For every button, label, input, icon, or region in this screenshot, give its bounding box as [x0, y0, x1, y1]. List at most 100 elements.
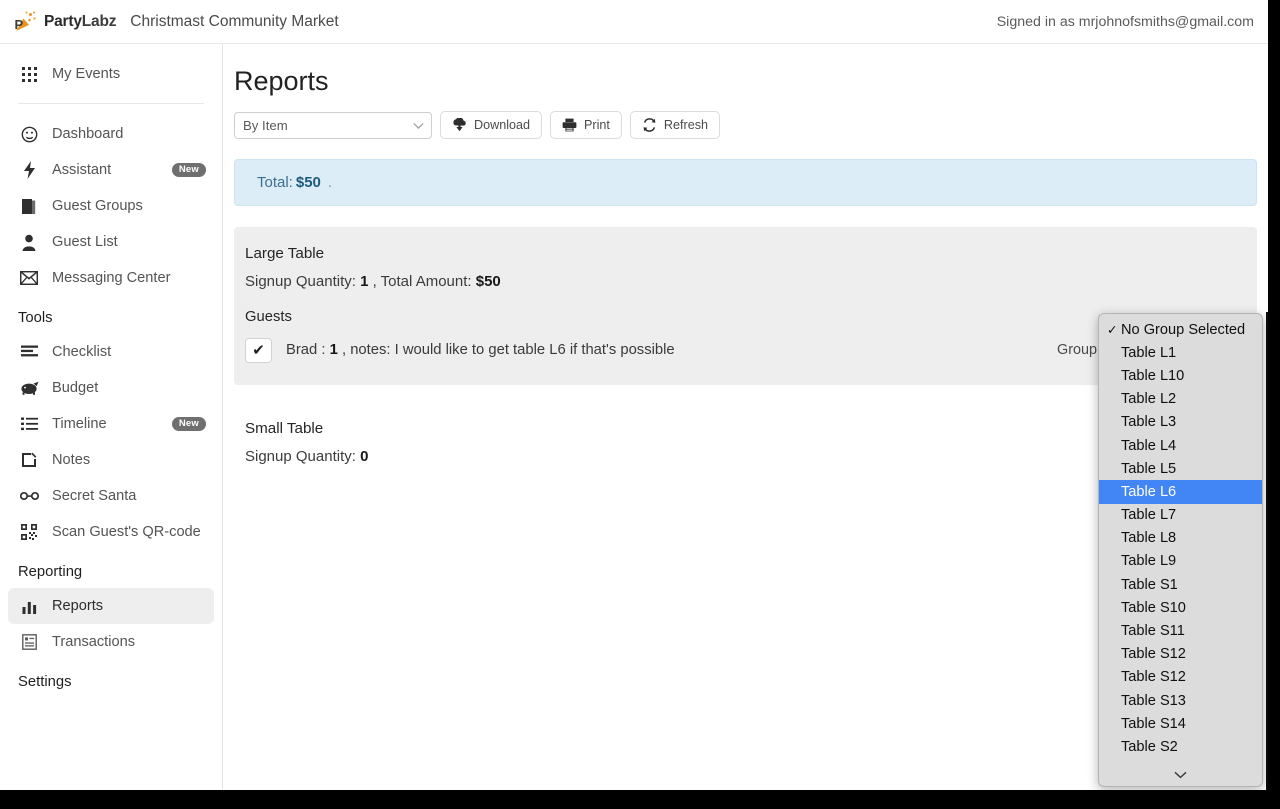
- download-button[interactable]: Download: [440, 111, 543, 139]
- dropdown-option[interactable]: Table L10: [1099, 364, 1262, 387]
- dropdown-option[interactable]: Table S11: [1099, 619, 1262, 642]
- svg-text:P: P: [15, 17, 24, 32]
- group-label: Group:: [1057, 342, 1101, 358]
- dashboard-gauge-icon: [18, 124, 40, 144]
- brand-name: PartyLabz: [44, 12, 117, 30]
- group-select-dropdown[interactable]: ✓ No Group Selected Table L1 Table L10 Table…: [1098, 313, 1263, 787]
- dropdown-option[interactable]: Table L1: [1099, 341, 1262, 364]
- dropdown-scroll-down-button[interactable]: [1099, 765, 1262, 785]
- sidebar-item-label: Transactions: [52, 634, 136, 650]
- report-type-select[interactable]: By Item: [234, 111, 432, 139]
- sidebar-item-secret-santa[interactable]: Secret Santa: [8, 478, 214, 514]
- sidebar-item-scan-qr-code[interactable]: Scan Guest's QR-code: [8, 514, 214, 550]
- print-button[interactable]: Print: [550, 111, 622, 139]
- dropdown-option[interactable]: Table L8: [1099, 527, 1262, 550]
- guest-row: ✔ Brad : 1 , notes: I would like to get …: [245, 335, 1237, 365]
- guest-checkbox[interactable]: ✔: [245, 337, 272, 363]
- brand-logo[interactable]: P PartyLabz: [13, 9, 116, 35]
- dropdown-option-label: No Group Selected: [1121, 321, 1246, 338]
- app-header: P PartyLabz Christmast Community Market …: [0, 0, 1268, 44]
- sidebar-item-label: Messaging Center: [52, 270, 171, 286]
- sidebar-section-settings[interactable]: Settings: [0, 674, 222, 690]
- sidebar-item-label: Guest Groups: [52, 198, 143, 214]
- sidebar-item-label: Checklist: [52, 344, 112, 360]
- meta-separator: ,: [372, 273, 377, 290]
- dropdown-option-label: Table L8: [1121, 530, 1177, 547]
- dropdown-option[interactable]: Table S12: [1099, 666, 1262, 689]
- dropdown-option[interactable]: Table S2: [1099, 735, 1262, 758]
- dropdown-option[interactable]: Table L4: [1099, 434, 1262, 457]
- sidebar-item-messaging-center[interactable]: Messaging Center: [8, 260, 214, 296]
- sidebar-item-label: Secret Santa: [52, 488, 137, 504]
- dropdown-option[interactable]: Table L5: [1099, 457, 1262, 480]
- sidebar-item-budget[interactable]: Budget: [8, 370, 214, 406]
- sidebar-item-reports[interactable]: Reports: [8, 588, 214, 624]
- dropdown-option[interactable]: Table S12: [1099, 643, 1262, 666]
- sidebar-item-guest-groups[interactable]: Guest Groups: [8, 188, 214, 224]
- dropdown-option-label: Table L1: [1121, 344, 1177, 361]
- sidebar-item-guest-list[interactable]: Guest List: [8, 224, 214, 260]
- dropdown-option[interactable]: Table L6: [1099, 480, 1262, 504]
- envelope-icon: [18, 268, 40, 288]
- browser-page: P PartyLabz Christmast Community Market …: [0, 0, 1268, 790]
- qr-code-icon: [18, 522, 40, 542]
- receipt-icon: [18, 632, 40, 652]
- dropdown-option-label: Table S2: [1121, 738, 1178, 755]
- dropdown-option[interactable]: Table L9: [1099, 550, 1262, 573]
- sidebar-item-assistant[interactable]: Assistant New: [8, 152, 214, 188]
- sidebar-item-label: Notes: [52, 452, 91, 468]
- piggy-bank-icon: [18, 378, 40, 398]
- printer-icon: [562, 118, 577, 132]
- sidebar-item-transactions[interactable]: Transactions: [8, 624, 214, 660]
- check-icon: ✓: [1107, 323, 1118, 338]
- item-meta: Signup Quantity: 1 , Total Amount: $50: [245, 273, 1237, 290]
- sidebar-item-timeline[interactable]: Timeline New: [8, 406, 214, 442]
- dropdown-option-label: Table S10: [1121, 599, 1186, 616]
- lightning-bolt-icon: [18, 160, 40, 180]
- page-title: Reports: [234, 66, 329, 96]
- report-type-value: By Item: [243, 117, 288, 133]
- sidebar-item-checklist[interactable]: Checklist: [8, 334, 214, 370]
- dropdown-option-label: Table L10: [1121, 367, 1185, 384]
- cloud-download-icon: [452, 118, 467, 132]
- sidebar-item-label: Timeline: [52, 416, 107, 432]
- guest-notes: , notes: I would like to get table L6 if…: [341, 342, 675, 358]
- print-label: Print: [584, 118, 610, 132]
- amount-value: $50: [475, 273, 501, 290]
- right-gutter: [1268, 0, 1280, 809]
- total-banner: Total: $50 .: [234, 159, 1257, 206]
- guest-name: Brad :: [286, 342, 326, 358]
- refresh-icon: [642, 118, 657, 132]
- total-suffix: .: [327, 174, 333, 191]
- quantity-label: Signup Quantity:: [245, 273, 356, 290]
- signed-in-user[interactable]: Signed in as mrjohnofsmiths@gmail.com: [997, 14, 1254, 30]
- dropdown-option[interactable]: Table L7: [1099, 504, 1262, 527]
- dropdown-option[interactable]: Table L2: [1099, 388, 1262, 411]
- sidebar-item-dashboard[interactable]: Dashboard: [8, 116, 214, 152]
- amount-label: Total Amount:: [380, 273, 472, 290]
- list-icon: [18, 414, 40, 434]
- sidebar-divider: [18, 103, 204, 104]
- note-edit-icon: [18, 450, 40, 470]
- chevron-down-icon: [413, 118, 424, 133]
- dropdown-option-label: Table S12: [1121, 669, 1186, 686]
- sidebar-item-notes[interactable]: Notes: [8, 442, 214, 478]
- dropdown-option[interactable]: Table S14: [1099, 712, 1262, 735]
- guests-heading: Guests: [245, 309, 292, 325]
- dropdown-option-label: Table S1: [1121, 576, 1178, 593]
- dropdown-option[interactable]: ✓ No Group Selected: [1099, 318, 1262, 341]
- dropdown-option[interactable]: Table S1: [1099, 573, 1262, 596]
- item-name: Small Table: [245, 420, 324, 437]
- item-meta: Signup Quantity: 0: [245, 448, 1237, 465]
- party-popper-icon: P: [15, 10, 36, 32]
- dropdown-option[interactable]: Table S13: [1099, 689, 1262, 712]
- new-badge: New: [171, 416, 206, 432]
- dropdown-option[interactable]: Table L3: [1099, 411, 1262, 434]
- sidebar-item-my-events[interactable]: My Events: [8, 56, 214, 92]
- dropdown-option[interactable]: Table S10: [1099, 596, 1262, 619]
- sidebar-item-label: Scan Guest's QR-code: [52, 524, 201, 540]
- refresh-label: Refresh: [663, 118, 709, 132]
- new-badge: New: [171, 162, 206, 178]
- sidebar-section-tools: Tools: [18, 310, 53, 326]
- refresh-button[interactable]: Refresh: [629, 111, 721, 139]
